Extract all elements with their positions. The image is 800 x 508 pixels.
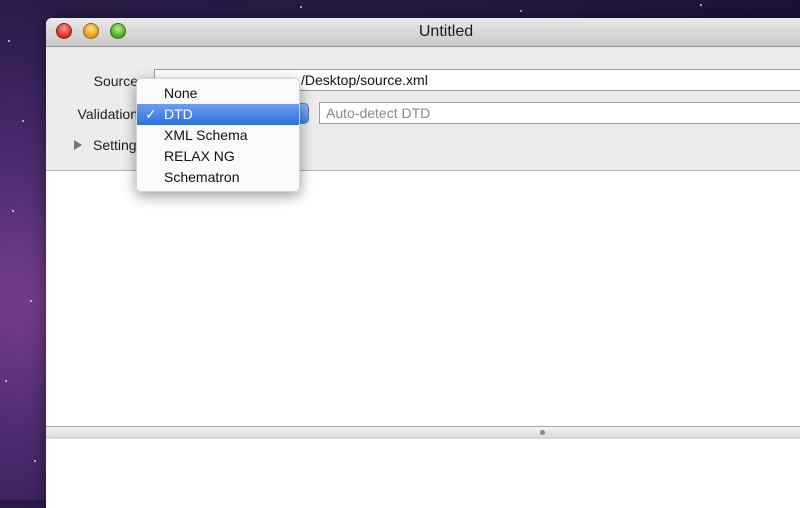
- split-view-divider[interactable]: [46, 426, 800, 440]
- source-label: Source: [93, 73, 138, 89]
- menu-item-label: Schematron: [164, 169, 240, 185]
- menu-item-dtd[interactable]: ✓ DTD: [137, 104, 299, 125]
- menu-item-label: DTD: [164, 106, 193, 122]
- title-bar: Untitled: [46, 18, 800, 47]
- dtd-input[interactable]: Auto-detect DTD: [319, 102, 800, 124]
- settings-label[interactable]: Setting: [93, 137, 137, 153]
- disclosure-triangle-icon[interactable]: [74, 140, 82, 150]
- validation-label: Validation: [77, 106, 138, 122]
- checkmark-icon: ✓: [145, 106, 157, 122]
- menu-item-xml-schema[interactable]: XML Schema: [137, 125, 299, 146]
- menu-item-schematron[interactable]: Schematron: [137, 167, 299, 188]
- menu-item-label: RELAX NG: [164, 148, 235, 164]
- menu-item-label: None: [164, 85, 198, 101]
- validation-dropdown-menu: None ✓ DTD XML Schema RELAX NG Schematro…: [136, 78, 300, 192]
- window-title: Untitled: [418, 23, 474, 40]
- results-pane: [46, 171, 800, 426]
- log-pane: [46, 439, 800, 508]
- menu-item-label: XML Schema: [164, 127, 248, 143]
- menu-item-none[interactable]: None: [137, 83, 299, 104]
- menu-item-relax-ng[interactable]: RELAX NG: [137, 146, 299, 167]
- splitter-handle-icon[interactable]: [540, 430, 545, 435]
